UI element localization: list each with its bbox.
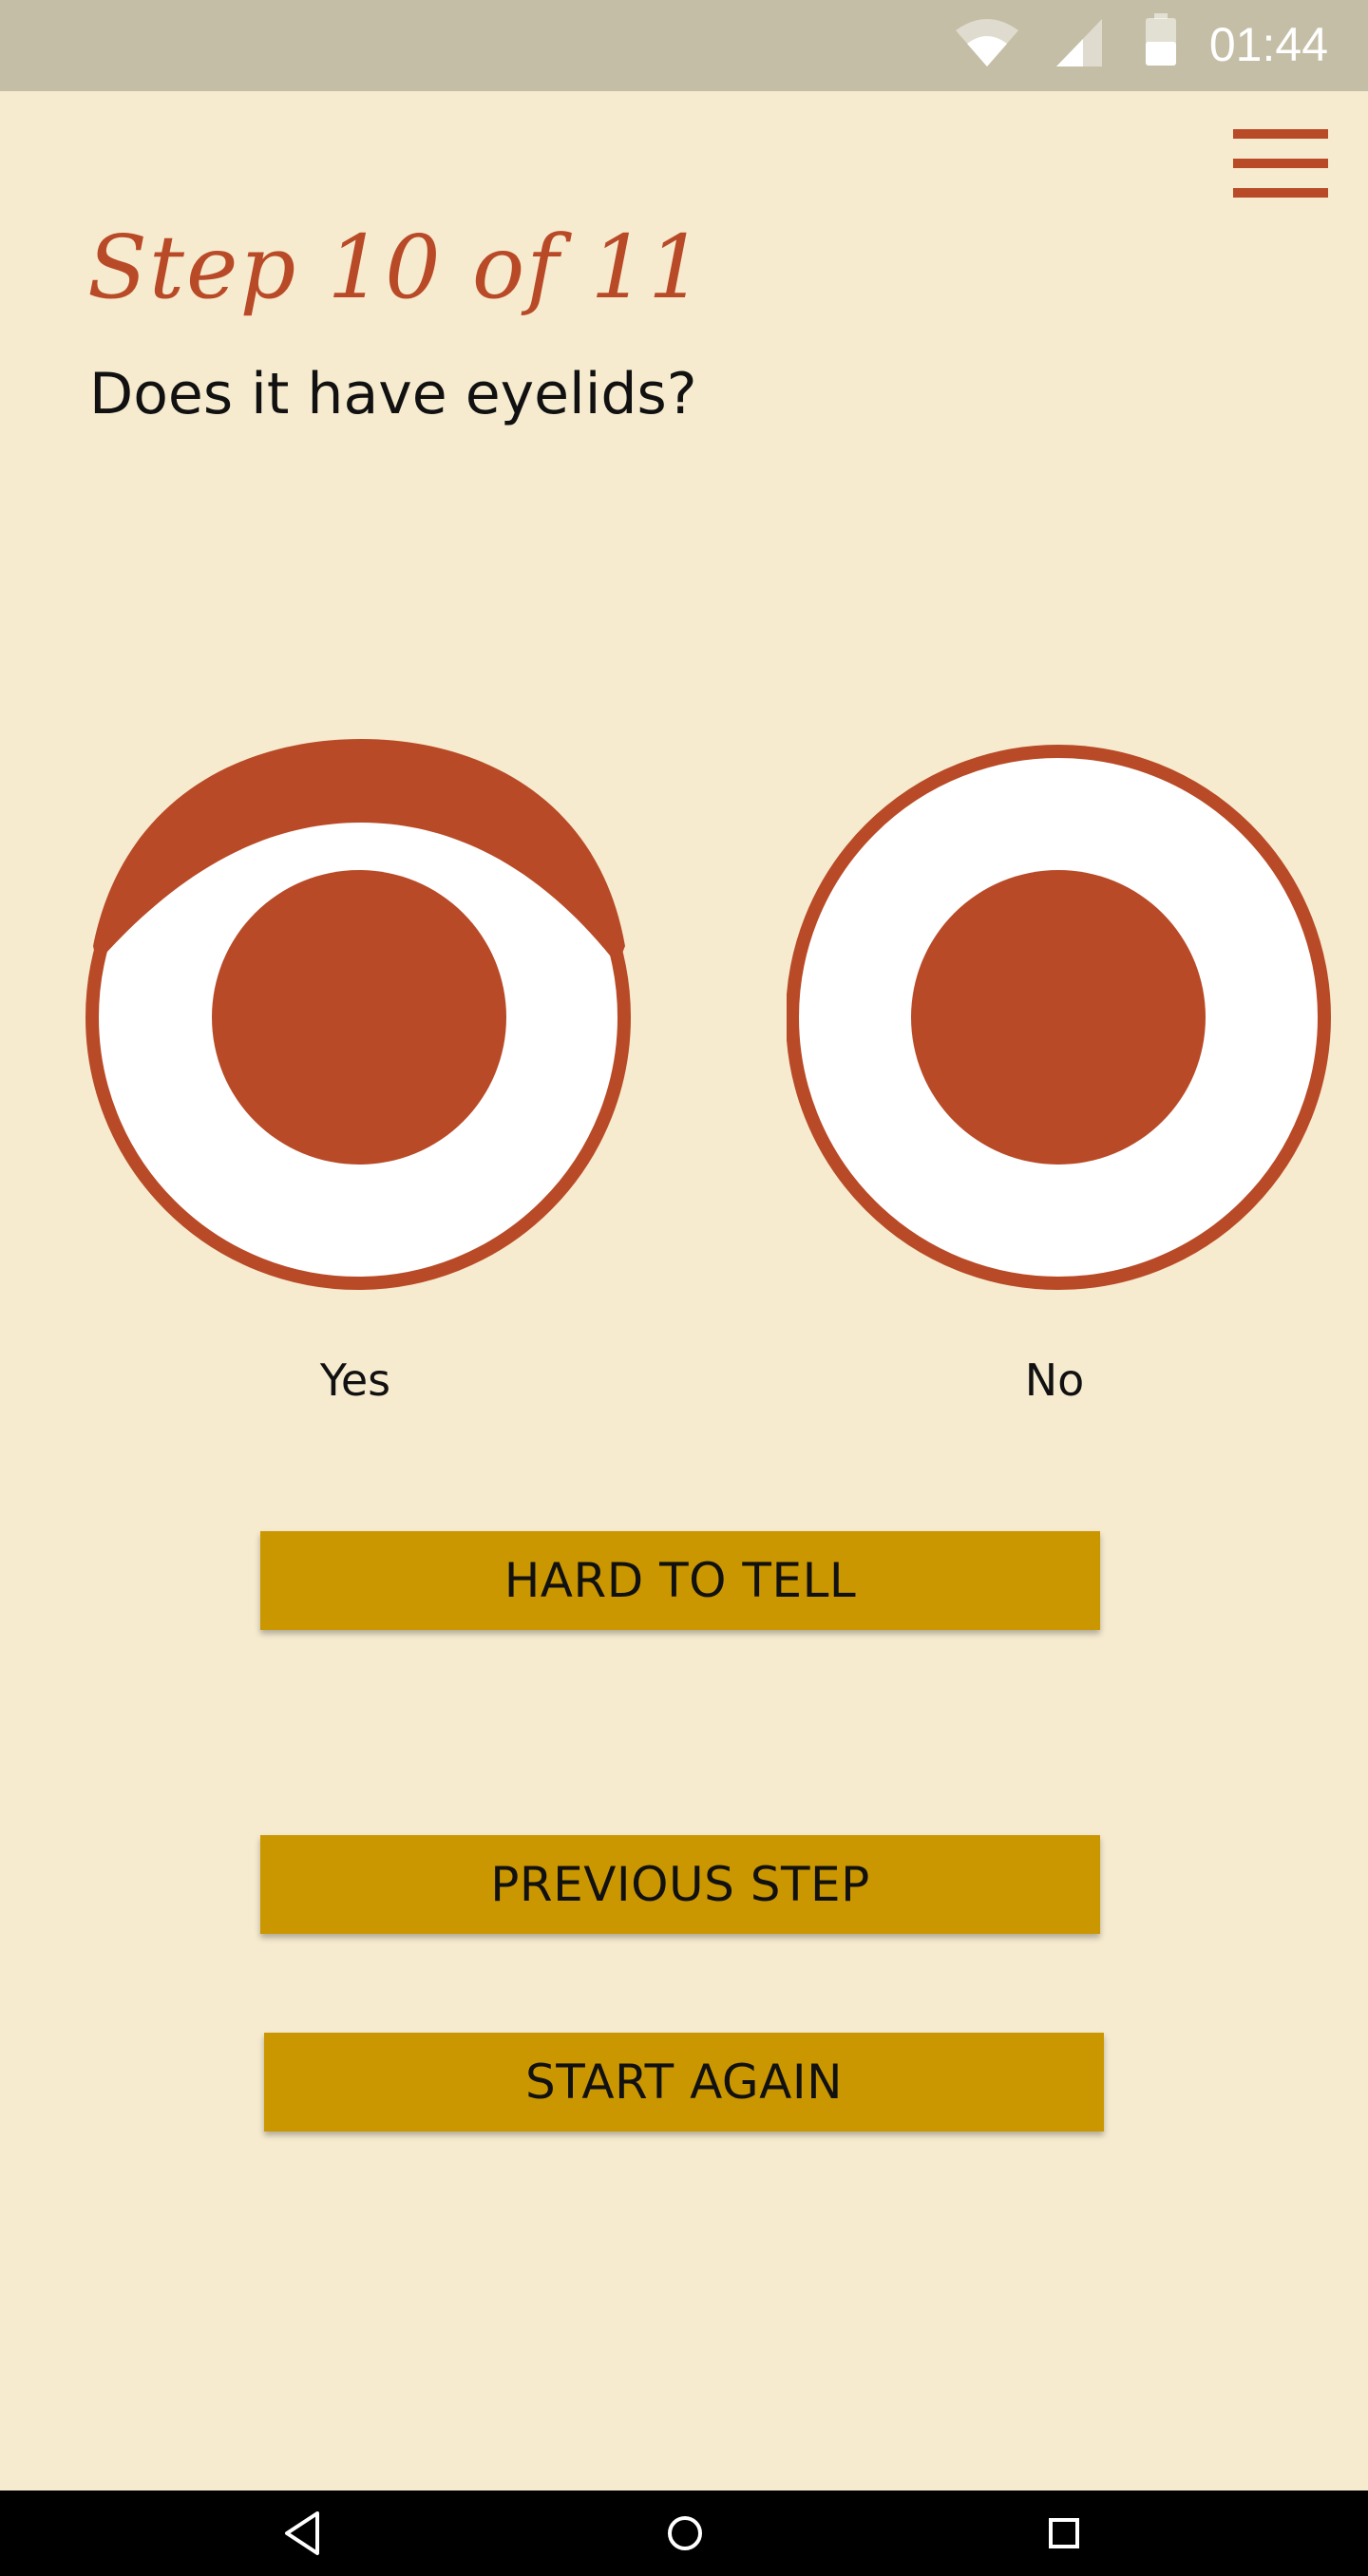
option-yes-label[interactable]: Yes (213, 1354, 498, 1406)
eye-with-eyelid-icon (86, 739, 631, 1290)
hamburger-menu-icon (1233, 129, 1328, 198)
back-icon[interactable] (281, 2510, 323, 2562)
signal-icon (1054, 13, 1104, 73)
option-yes[interactable] (86, 737, 633, 1290)
start-again-button[interactable]: START AGAIN (264, 2033, 1104, 2131)
step-title: Step 10 of 11 (87, 217, 706, 318)
previous-step-button[interactable]: PREVIOUS STEP (260, 1835, 1100, 1934)
status-bar: 01:44 (0, 0, 1368, 91)
menu-button[interactable] (1231, 127, 1330, 199)
home-icon[interactable] (663, 2510, 707, 2562)
navigation-bar (0, 2491, 1368, 2576)
option-no-label[interactable]: No (912, 1354, 1197, 1406)
hard-to-tell-button[interactable]: HARD TO TELL (260, 1531, 1100, 1630)
status-time: 01:44 (1208, 18, 1328, 71)
wifi-icon (954, 13, 1020, 79)
eye-without-eyelid-icon (786, 745, 1331, 1290)
battery-icon (1144, 13, 1178, 71)
option-no[interactable] (786, 745, 1334, 1292)
recents-icon[interactable] (1045, 2510, 1083, 2562)
question-text: Does it have eyelids? (89, 361, 697, 427)
